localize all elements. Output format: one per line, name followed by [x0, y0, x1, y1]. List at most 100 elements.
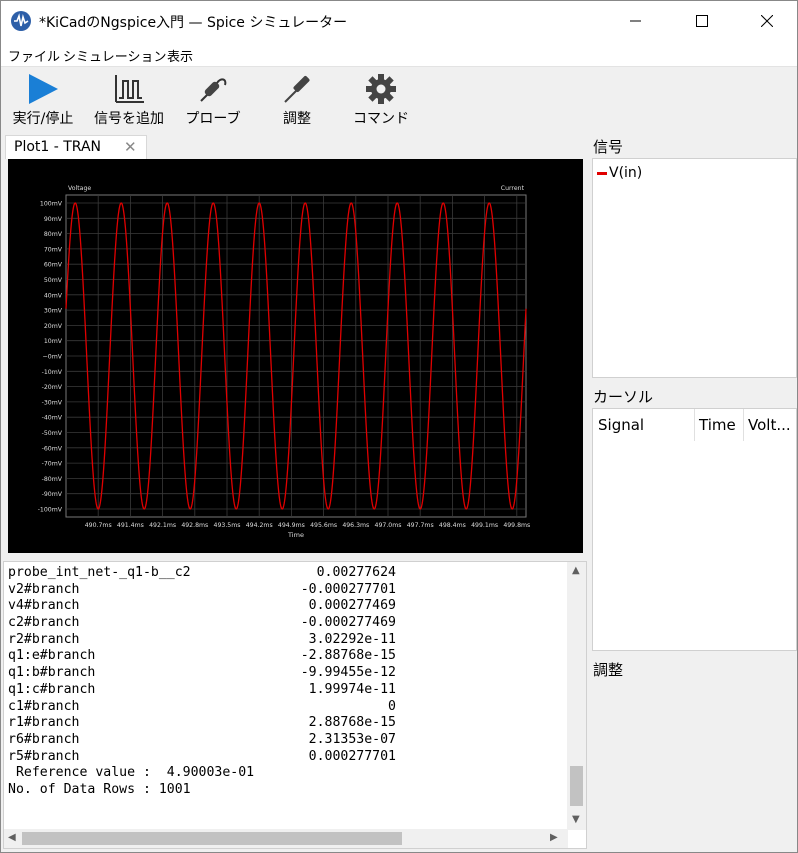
console-output: probe_int_net-_q1-b__c2 0.00277624 v2#bran… [8, 565, 564, 799]
console-row-name: probe_int_net-_q1-b__c2 [8, 565, 191, 580]
run-stop-button[interactable]: 実行/停止 [5, 67, 81, 131]
scroll-up-icon[interactable]: ▲ [572, 565, 580, 576]
probe-icon [200, 78, 227, 102]
y-tick-label: 90mV [44, 216, 63, 223]
toolbar: 実行/停止 信号を追加 プローブ 調整 コマンド [1, 67, 797, 131]
console-row: c1#branch 0 [8, 699, 564, 716]
console-row: q1:b#branch -9.99455e-12 [8, 665, 564, 682]
console-row-name: q1:b#branch [8, 665, 96, 681]
plot-canvas: 100mV 90mV 80mV 70mV 60mV 50mV 40mV 30mV 20mV 10m… [38, 185, 531, 539]
scroll-right-icon[interactable]: ▶ [550, 832, 558, 843]
x-tick-label: 497.7ms [407, 522, 434, 529]
console-data-rows-line: No. of Data Rows : 1001 [8, 781, 191, 797]
console-row: v2#branch -0.000277701 [8, 582, 564, 599]
console-row-name: r5#branch [8, 748, 80, 764]
screwdriver-icon [284, 75, 310, 103]
close-button[interactable] [744, 1, 790, 41]
column-header-signal[interactable]: Signal [598, 416, 644, 434]
run-stop-label: 実行/停止 [12, 111, 74, 127]
column-header-voltage[interactable]: Volt... [748, 416, 791, 434]
scroll-down-icon[interactable]: ▼ [572, 814, 580, 825]
minimize-button[interactable] [613, 1, 659, 41]
column-header-time[interactable]: Time [699, 416, 736, 434]
y-tick-label: 60mV [44, 262, 63, 269]
cursor-table[interactable]: Signal Time Volt... [592, 408, 797, 651]
tune-panel-title: 調整 [593, 661, 624, 679]
signals-panel-title: 信号 [593, 138, 624, 156]
console-reference-line: Reference value : 4.90003e-01 [8, 765, 255, 781]
console-row-name: c1#branch [8, 698, 80, 714]
menu-file[interactable]: ファイル [8, 46, 60, 65]
signal-color-swatch [597, 172, 607, 175]
y-tick-label: 10mV [44, 338, 63, 345]
console-row-value: 3.02292e-11 [308, 631, 396, 647]
console-row: probe_int_net-_q1-b__c2 0.00277624 [8, 565, 564, 582]
column-divider[interactable] [743, 409, 744, 441]
console-horizontal-scrollbar[interactable]: ◀ ▶ [4, 829, 568, 848]
x-tick-label: 499.1ms [471, 522, 498, 529]
x-tick-label: 498.4ms [439, 522, 466, 529]
y-tick-label: 70mV [44, 246, 63, 253]
play-icon [29, 74, 58, 104]
vertical-scroll-thumb[interactable] [570, 766, 583, 806]
x-tick-label: 490.7ms [85, 522, 112, 529]
probe-button[interactable]: プローブ [181, 67, 245, 131]
x-axis-label: Time [287, 531, 304, 539]
scroll-left-icon[interactable]: ◀ [8, 832, 16, 843]
x-tick-label: 496.3ms [342, 522, 369, 529]
x-tick-label: 492.1ms [149, 522, 176, 529]
add-signal-button[interactable]: 信号を追加 [87, 67, 171, 131]
tune-button[interactable]: 調整 [267, 67, 327, 131]
close-icon [761, 15, 773, 27]
console-row: r2#branch 3.02292e-11 [8, 632, 564, 649]
command-button[interactable]: コマンド [345, 67, 417, 131]
horizontal-scroll-thumb[interactable] [22, 832, 402, 845]
x-tick-label: 491.4ms [117, 522, 144, 529]
console-row-name: v4#branch [8, 598, 80, 614]
console-vertical-scrollbar[interactable]: ▲ ▼ [567, 562, 586, 830]
console-row: q1:c#branch 1.99974e-11 [8, 682, 564, 699]
simulation-console[interactable]: probe_int_net-_q1-b__c2 0.00277624 v2#bran… [3, 561, 587, 849]
x-tick-label: 497.0ms [375, 522, 402, 529]
column-divider[interactable] [694, 409, 695, 441]
minimize-icon [630, 20, 641, 22]
y-tick-label: 80mV [44, 231, 63, 238]
menu-bar: ファイル シミュレーション 表示 [1, 41, 797, 67]
signal-item-v-in[interactable]: V(in) [609, 165, 642, 181]
console-row-value: 1.99974e-11 [308, 681, 396, 697]
waveform-plot[interactable]: 100mV 90mV 80mV 70mV 60mV 50mV 40mV 30mV 20mV 10m… [8, 159, 583, 553]
maximize-icon [696, 15, 708, 27]
y-tick-label: 30mV [44, 308, 63, 315]
x-tick-label: 493.5ms [214, 522, 241, 529]
console-row-value: 2.31353e-07 [308, 731, 396, 747]
spice-simulator-window: *KiCadのNgspice入門 — Spice シミュレーター ファイル シミ… [0, 0, 798, 853]
signals-list[interactable]: V(in) [592, 158, 797, 378]
add-signal-label: 信号を追加 [94, 111, 164, 127]
menu-simulation[interactable]: シミュレーション [63, 46, 166, 65]
console-row-value: 0.000277701 [308, 748, 396, 764]
tune-label: 調整 [283, 111, 311, 127]
y-tick-label: -90mV [42, 491, 63, 498]
gear-icon [366, 74, 396, 104]
plot-tab-bar: Plot1 - TRAN ✕ [1, 133, 589, 159]
title-bar: *KiCadのNgspice入門 — Spice シミュレーター [1, 1, 797, 41]
maximize-button[interactable] [679, 1, 725, 41]
console-row-name: v2#branch [8, 581, 80, 597]
console-row-value: -2.88768e-15 [300, 648, 396, 664]
menu-view[interactable]: 表示 [167, 46, 193, 65]
y-tick-label: 20mV [44, 323, 63, 330]
console-row: r5#branch 0.000277701 [8, 749, 564, 766]
console-row: q1:e#branch -2.88768e-15 [8, 648, 564, 665]
console-row-value: 0 [388, 698, 396, 714]
x-tick-label: 492.8ms [181, 522, 208, 529]
console-row-name: r2#branch [8, 631, 80, 647]
console-row-name: r1#branch [8, 715, 80, 731]
console-row-name: q1:c#branch [8, 681, 96, 697]
tab-plot1-tran[interactable]: Plot1 - TRAN ✕ [5, 135, 147, 159]
x-tick-label: 494.9ms [278, 522, 305, 529]
console-row-value: -0.000277469 [300, 615, 396, 631]
console-row: v4#branch 0.000277469 [8, 598, 564, 615]
probe-label: プローブ [185, 111, 241, 127]
console-row-name: r6#branch [8, 731, 80, 747]
tab-close-icon[interactable]: ✕ [124, 138, 137, 156]
